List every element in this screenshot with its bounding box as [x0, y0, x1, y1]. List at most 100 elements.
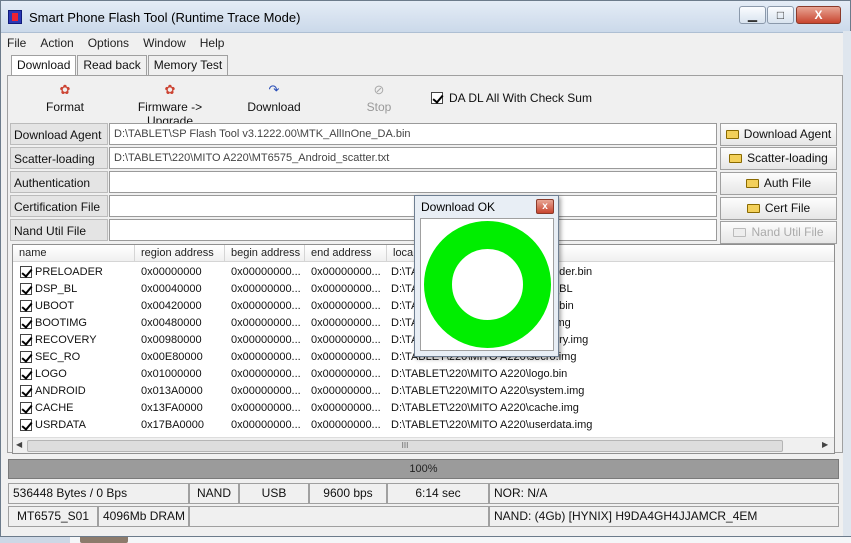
stop-button[interactable]: ⊘ Stop	[363, 83, 395, 115]
firmware-upgrade-button[interactable]: ✿ Firmware -> Upgrade	[118, 83, 222, 129]
column-begin-address[interactable]: begin address	[225, 245, 305, 262]
end-address: 0x00000000...	[311, 419, 381, 431]
column-end-address[interactable]: end address	[305, 245, 387, 262]
begin-address: 0x00000000...	[231, 300, 301, 312]
partition-name: USRDATA	[35, 419, 86, 431]
menu-file[interactable]: File	[7, 36, 26, 54]
end-address: 0x00000000...	[311, 368, 381, 380]
partition-name: RECOVERY	[35, 334, 97, 346]
status-port: USB	[239, 483, 309, 504]
tab-download[interactable]: Download	[11, 55, 77, 76]
menu-help[interactable]: Help	[200, 36, 225, 54]
certification-file-path[interactable]	[109, 195, 717, 217]
scatter-loading-label: Scatter-loading File	[10, 147, 108, 188]
checksum-option[interactable]: DA DL All With Check Sum	[431, 91, 592, 105]
download-arrow-icon: ↷	[268, 82, 280, 97]
row-checkbox[interactable]	[20, 419, 32, 431]
region-address: 0x00420000	[141, 300, 202, 312]
begin-address: 0x00000000...	[231, 402, 301, 414]
folder-icon	[733, 228, 747, 237]
region-address: 0x013A0000	[141, 385, 203, 397]
table-row[interactable]: ANDROID 0x013A0000 0x00000000... 0x00000000…	[13, 383, 834, 400]
tab-memory-test[interactable]: Memory Test	[147, 55, 229, 75]
download-agent-button[interactable]: Download Agent	[720, 123, 837, 146]
partition-name: LOGO	[35, 368, 67, 380]
status-dram: 4096Mb DRAM	[98, 506, 189, 527]
table-row[interactable]: USRDATA 0x17BA0000 0x00000000... 0x00000000…	[13, 417, 834, 434]
download-label: Download	[247, 100, 301, 114]
row-checkbox[interactable]	[20, 368, 32, 380]
nand-util-file-button[interactable]: Nand Util File	[720, 221, 837, 244]
region-address: 0x17BA0000	[141, 419, 204, 431]
row-checkbox[interactable]	[20, 385, 32, 397]
status-time: 6:14 sec	[387, 483, 489, 504]
window-title: Smart Phone Flash Tool (Runtime Trace Mo…	[29, 10, 301, 25]
horizontal-scrollbar[interactable]: ◀ III ▶	[13, 437, 834, 453]
scrollbar-thumb[interactable]: III	[27, 440, 783, 452]
menu-action[interactable]: Action	[40, 36, 73, 54]
region-address: 0x00980000	[141, 334, 202, 346]
row-checkbox[interactable]	[20, 300, 32, 312]
checksum-checkbox[interactable]	[431, 92, 443, 104]
begin-address: 0x00000000...	[231, 368, 301, 380]
begin-address: 0x00000000...	[231, 351, 301, 363]
region-address: 0x00480000	[141, 317, 202, 329]
menu-options[interactable]: Options	[88, 36, 129, 54]
location-path: D:\TABLET\220\MITO A220\cache.img	[391, 402, 579, 414]
table-row[interactable]: LOGO 0x01000000 0x00000000... 0x00000000...…	[13, 366, 834, 383]
window-right-edge	[843, 31, 851, 536]
location-path: D:\TABLET\220\MITO A220\logo.bin	[391, 368, 568, 380]
column-name[interactable]: name	[13, 245, 135, 262]
nand-util-file-label: Nand Util File	[10, 219, 108, 241]
flash-tool-window: Smart Phone Flash Tool (Runtime Trace Mo…	[0, 0, 851, 537]
menu-window[interactable]: Window	[143, 36, 186, 54]
begin-address: 0x00000000...	[231, 419, 301, 431]
begin-address: 0x00000000...	[231, 317, 301, 329]
region-address: 0x00E80000	[141, 351, 203, 363]
cert-file-button[interactable]: Cert File	[720, 197, 837, 220]
stop-label: Stop	[366, 100, 392, 114]
scatter-loading-button[interactable]: Scatter-loading	[720, 147, 837, 170]
close-button[interactable]: X	[796, 6, 841, 24]
begin-address: 0x00000000...	[231, 266, 301, 278]
row-checkbox[interactable]	[20, 317, 32, 329]
region-address: 0x00040000	[141, 283, 202, 295]
end-address: 0x00000000...	[311, 402, 381, 414]
end-address: 0x00000000...	[311, 266, 381, 278]
begin-address: 0x00000000...	[231, 283, 301, 295]
auth-file-button[interactable]: Auth File	[720, 172, 837, 195]
end-address: 0x00000000...	[311, 334, 381, 346]
row-checkbox[interactable]	[20, 402, 32, 414]
row-checkbox[interactable]	[20, 351, 32, 363]
title-bar[interactable]: Smart Phone Flash Tool (Runtime Trace Mo…	[1, 1, 850, 33]
cert-file-button-label: Cert File	[764, 201, 811, 215]
dialog-close-button[interactable]: x	[536, 199, 554, 214]
row-checkbox[interactable]	[20, 266, 32, 278]
app-icon	[8, 10, 22, 24]
status-chip: MT6575_S01	[8, 506, 98, 527]
download-agent-path[interactable]: D:\TABLET\SP Flash Tool v3.1222.00\MTK_A…	[109, 123, 717, 145]
location-path: D:\TABLET\220\MITO A220\system.img	[391, 385, 585, 397]
scroll-right-icon[interactable]: ▶	[822, 440, 828, 449]
scroll-left-icon[interactable]: ◀	[16, 440, 22, 449]
maximize-button[interactable]: □	[767, 6, 794, 24]
partition-name: ANDROID	[35, 385, 86, 397]
tab-read-back[interactable]: Read back	[77, 55, 147, 75]
table-row[interactable]: CACHE 0x13FA0000 0x00000000... 0x00000000..…	[13, 400, 834, 417]
status-nand: NAND: (4Gb) [HYNIX] H9DA4GH4JJAMCR_4EM	[489, 506, 839, 527]
row-checkbox[interactable]	[20, 334, 32, 346]
authentication-file-path[interactable]	[109, 171, 717, 193]
minimize-button[interactable]: ▁	[739, 6, 766, 24]
column-region-address[interactable]: region address	[135, 245, 225, 262]
row-checkbox[interactable]	[20, 283, 32, 295]
tab-strip: Download Read back Memory Test	[11, 55, 229, 76]
status-empty	[189, 506, 489, 527]
menu-bar: File Action Options Window Help	[7, 36, 224, 54]
format-button[interactable]: ✿ Format	[45, 83, 85, 115]
status-storage: NAND	[189, 483, 239, 504]
scatter-loading-path[interactable]: D:\TABLET\220\MITO A220\MT6575_Android_s…	[109, 147, 717, 169]
nand-util-file-path[interactable]	[109, 219, 717, 241]
dialog-title: Download OK	[421, 200, 496, 214]
partition-name: DSP_BL	[35, 283, 78, 295]
download-button[interactable]: ↷ Download	[247, 82, 301, 115]
